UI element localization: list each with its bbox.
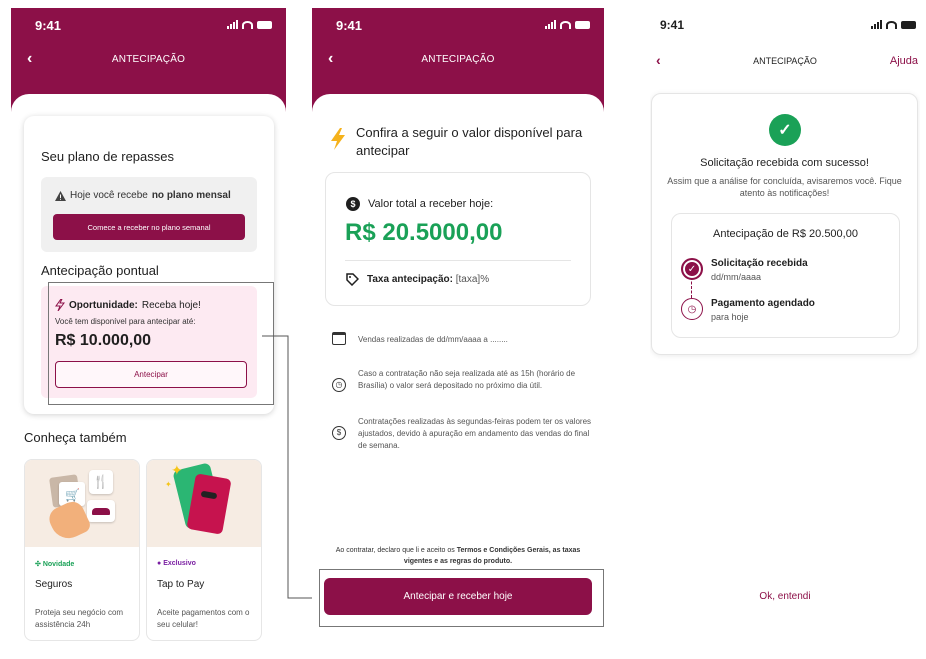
info-text: Contratações realizadas às segundas-feir… <box>358 417 592 450</box>
calendar-icon <box>332 332 346 345</box>
spot-heading: Antecipação pontual <box>41 263 159 278</box>
summary-card: Antecipação de R$ 20.500,00 ✓ Solicitaçã… <box>671 213 900 338</box>
total-label: Valor total a receber hoje: <box>368 198 494 210</box>
plan-heading: Seu plano de repasses <box>41 149 174 164</box>
info-text: Vendas realizadas de dd/mm/aaaa a ......… <box>358 335 508 344</box>
anticipate-receive-button[interactable]: Antecipar e receber hoje <box>324 578 592 615</box>
weekly-plan-button[interactable]: Comece a receber no plano semanal <box>53 214 245 240</box>
timeline-step: ◷ Pagamento agendado para hoje <box>681 298 815 322</box>
legal-text: Ao contratar, declaro que li e aceito os… <box>335 547 581 565</box>
battery-icon <box>257 20 272 29</box>
total-amount: R$ 20.5000,00 <box>345 219 503 246</box>
screen-confirm: 9:41 ‹ ANTECIPAÇÃO Confira a seguir o va… <box>312 8 604 659</box>
wifi-icon <box>886 20 897 29</box>
status-icons <box>227 20 272 29</box>
signal-icon <box>227 20 238 29</box>
header: 9:41 ‹ ANTECIPAÇÃO Ajuda <box>650 8 920 88</box>
step-sub: para hoje <box>711 312 749 322</box>
info-text: Caso a contratação não seja realizada at… <box>358 369 576 390</box>
signal-icon <box>545 20 556 29</box>
plan-text-bold: no plano mensal <box>151 190 231 201</box>
info-row: Vendas realizadas de dd/mm/aaaa a ......… <box>332 332 594 346</box>
plan-text: Hoje você recebe <box>70 190 148 201</box>
help-link[interactable]: Ajuda <box>890 55 918 67</box>
discover-heading: Conheça também <box>24 430 127 445</box>
plan-box: Hoje você recebe no plano mensal Comece … <box>41 177 257 252</box>
warning-icon <box>55 190 66 201</box>
product-name: Tap to Pay <box>157 579 205 590</box>
screen-success: 9:41 ‹ ANTECIPAÇÃO Ajuda ✓ Solicitação r… <box>650 8 920 659</box>
phone-card-illustration: ✦ ✦ <box>147 460 261 547</box>
wifi-icon <box>242 20 253 29</box>
product-card-taptopay[interactable]: ✦ ✦ ● Exclusivo Tap to Pay Aceite pagame… <box>146 459 262 641</box>
success-card: ✓ Solicitação recebida com sucesso! Assi… <box>651 93 918 355</box>
success-title: Solicitação recebida com sucesso! <box>700 157 869 169</box>
confirm-heading: Confira a seguir o valor disponível para… <box>356 125 583 158</box>
cart-cutlery-car-illustration: 🛒 🍴 <box>25 460 139 547</box>
status-time: 9:41 <box>35 18 62 33</box>
clock-icon: ◷ <box>332 378 346 392</box>
fee-label: Taxa antecipação: <box>367 274 453 285</box>
page-title: ANTECIPAÇÃO <box>753 56 817 66</box>
battery-icon <box>901 20 916 29</box>
summary-title: Antecipação de R$ 20.500,00 <box>713 228 858 240</box>
highlight-frame <box>48 282 274 405</box>
percent-tag-icon <box>346 273 359 286</box>
status-icons <box>545 20 590 29</box>
success-text: Assim que a análise for concluída, avisa… <box>667 176 902 198</box>
screen-plan: 9:41 ‹ ANTECIPAÇÃO Seu plano de repasses… <box>11 8 286 659</box>
money-icon: $ <box>332 426 346 440</box>
timeline-step: ✓ Solicitação recebida dd/mm/aaaa <box>681 258 808 282</box>
status-time: 9:41 <box>660 18 685 32</box>
step-title: Solicitação recebida <box>711 258 808 269</box>
clock-icon: ◷ <box>681 298 703 320</box>
info-row: $ Contratações realizadas às segundas-fe… <box>332 416 594 452</box>
product-desc: Aceite pagamentos com o seu celular! <box>157 608 250 629</box>
battery-icon <box>575 20 590 29</box>
product-card-insurance[interactable]: 🛒 🍴 ✣ Novidade Seguros Proteja seu negóc… <box>24 459 140 641</box>
ok-button[interactable]: Ok, entendi <box>650 591 920 602</box>
status-time: 9:41 <box>336 18 363 33</box>
wifi-icon <box>560 20 571 29</box>
product-name: Seguros <box>35 579 73 590</box>
page-title: ANTECIPAÇÃO <box>111 54 186 65</box>
total-card: $ Valor total a receber hoje: R$ 20.5000… <box>325 172 591 306</box>
fee-value: [taxa]% <box>455 274 490 285</box>
product-desc: Proteja seu negócio com assistência 24h <box>35 608 124 629</box>
dollar-icon: $ <box>346 197 360 211</box>
check-circle-icon: ✓ <box>681 258 703 280</box>
bolt-icon <box>331 128 345 150</box>
tag-exclusive: ● Exclusivo <box>157 560 196 567</box>
step-title: Pagamento agendado <box>711 298 815 309</box>
tag-new: ✣ Novidade <box>35 561 75 568</box>
info-row: ◷ Caso a contratação não seja realizada … <box>332 368 594 392</box>
signal-icon <box>871 20 882 29</box>
status-icons <box>871 20 916 29</box>
divider <box>345 260 571 261</box>
check-icon: ✓ <box>769 114 801 146</box>
page-title: ANTECIPAÇÃO <box>421 54 495 65</box>
step-sub: dd/mm/aaaa <box>711 272 762 282</box>
